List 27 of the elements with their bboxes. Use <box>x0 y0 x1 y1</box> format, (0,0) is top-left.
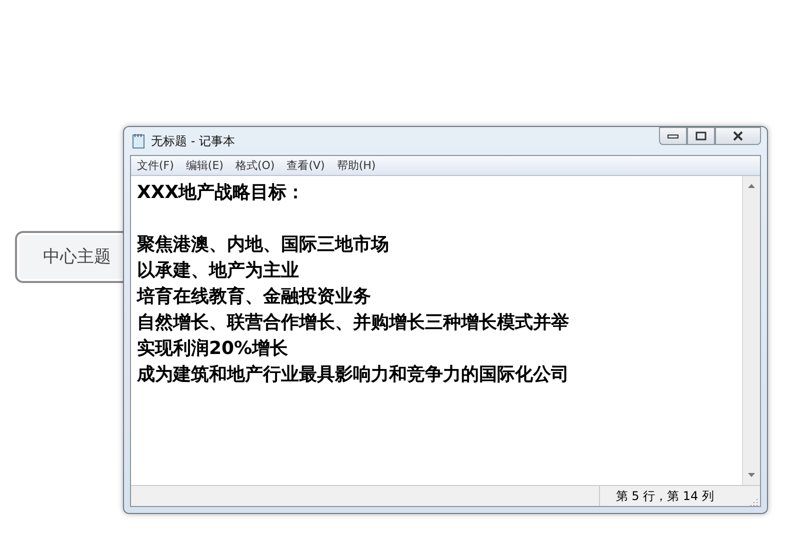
text-line: 聚焦港澳、内地、国际三地市场 <box>137 233 390 257</box>
scroll-down-icon[interactable] <box>748 473 755 477</box>
menu-item[interactable]: 文件(F) <box>137 158 174 173</box>
maximize-button[interactable] <box>687 127 715 145</box>
document-heading: XXX地产战略目标： <box>137 181 306 205</box>
scroll-up-icon[interactable] <box>748 184 755 188</box>
menu-item[interactable]: 格式(O) <box>235 158 275 173</box>
topic-node[interactable]: 中心主题 <box>15 231 123 283</box>
cursor-position: 第 5 行，第 14 列 <box>598 486 750 506</box>
maximize-icon <box>695 131 707 141</box>
text-line: 自然增长、联营合作增长、并购增长三种增长模式并举 <box>137 311 570 335</box>
close-button[interactable] <box>715 127 761 145</box>
text-line: 成为建筑和地产行业最具影响力和竞争力的国际化公司 <box>137 363 570 387</box>
close-icon <box>731 131 745 141</box>
text-line: 实现利润20%增长 <box>137 337 290 361</box>
window-title: 无标题 - 记事本 <box>151 132 235 150</box>
minimize-icon <box>667 132 679 140</box>
menu-item[interactable]: 查看(V) <box>286 158 325 173</box>
text-line: 培育在线教育、金融投资业务 <box>137 285 372 309</box>
text-area[interactable]: XXX地产战略目标： 聚焦港澳、内地、国际三地市场 以承建、地产为主业 培育在线教育、金融投资业务 自然增长、联营合作增长、并购增长三种增长模式并举 实现利润20%增长 成为建筑和地产行业最具影响力和竞争力的国际化公司 <box>131 176 742 485</box>
text-line: 以承建、地产为主业 <box>137 259 300 283</box>
vertical-scrollbar[interactable] <box>742 176 760 485</box>
minimize-button[interactable] <box>659 127 687 145</box>
resize-grip-icon[interactable] <box>750 498 758 506</box>
menu-item[interactable]: 帮助(H) <box>336 158 376 173</box>
notepad-icon <box>132 133 146 149</box>
menu-item[interactable]: 编辑(E) <box>186 158 224 173</box>
